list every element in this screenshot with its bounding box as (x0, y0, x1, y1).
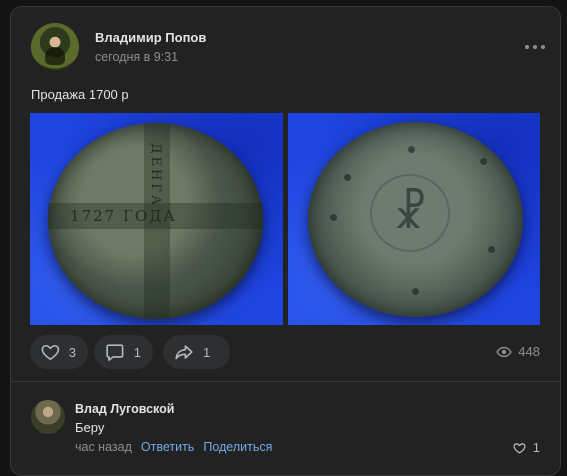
post-card: Владимир Попов сегодня в 9:31 Продажа 17… (10, 6, 561, 476)
heart-icon (41, 344, 60, 360)
share-button[interactable]: 1 (163, 335, 230, 369)
views-counter: 448 (496, 344, 540, 359)
more-icon[interactable] (525, 39, 545, 55)
post-text: Продажа 1700 р (31, 87, 129, 102)
coin-inscription-vertical: ДЕНГА (148, 143, 163, 208)
comment-time[interactable]: час назад (75, 440, 132, 454)
commenter-avatar[interactable] (31, 400, 65, 434)
heart-icon (513, 442, 526, 453)
photo-coin-obverse[interactable]: 1727 ГОДА ДЕНГА (30, 113, 283, 325)
comment-count: 1 (133, 344, 141, 360)
divider (11, 381, 560, 382)
double-headed-eagle-icon: ☧ (370, 174, 450, 252)
comment-button[interactable]: 1 (94, 335, 153, 369)
comment-text: Беру (75, 420, 105, 435)
share-comment-link[interactable]: Поделиться (203, 440, 272, 454)
like-button[interactable]: 3 (30, 335, 88, 369)
post-time[interactable]: сегодня в 9:31 (95, 50, 178, 64)
coin-inscription-horizontal: 1727 ГОДА (70, 207, 177, 225)
post-actions: 3 1 1 448 (30, 335, 550, 369)
comment-like-count: 1 (532, 440, 540, 455)
views-count: 448 (518, 344, 540, 359)
commenter-name[interactable]: Влад Луговской (75, 402, 174, 416)
comment-icon (106, 344, 124, 361)
reply-link[interactable]: Ответить (141, 440, 194, 454)
like-count: 3 (68, 344, 76, 360)
comment-like-button[interactable]: 1 (512, 440, 540, 455)
author-name[interactable]: Владимир Попов (95, 30, 206, 45)
author-avatar[interactable] (31, 23, 79, 71)
photo-coin-reverse[interactable]: ☧ (288, 113, 540, 325)
share-count: 1 (203, 344, 211, 360)
post-header: Владимир Попов сегодня в 9:31 (31, 23, 551, 73)
share-icon (175, 345, 193, 360)
eye-icon (496, 346, 513, 357)
coin-reverse-image: ☧ (308, 122, 523, 317)
coin-obverse-image: 1727 ГОДА ДЕНГА (48, 123, 263, 319)
comment-meta: час назад Ответить Поделиться (75, 440, 272, 454)
